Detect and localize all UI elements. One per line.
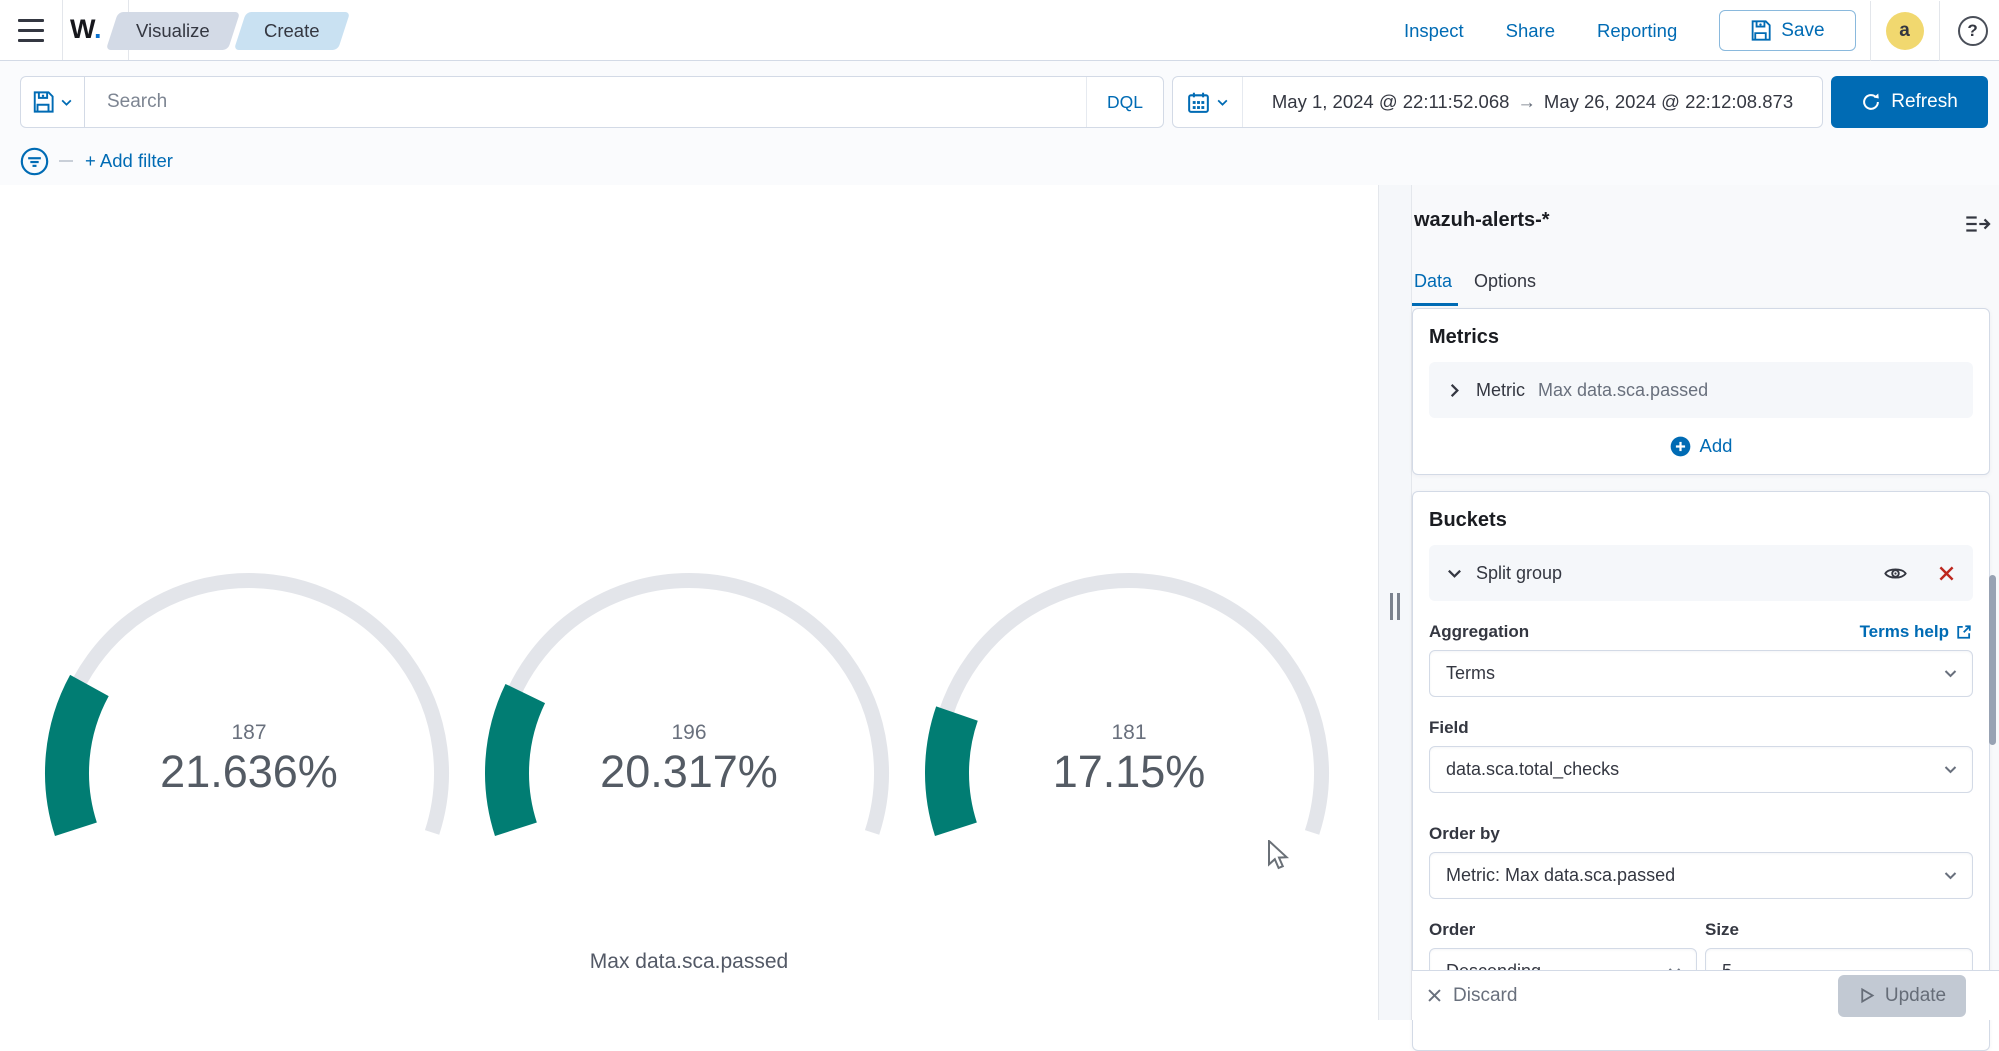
close-icon bbox=[1426, 987, 1443, 1004]
discard-button[interactable]: Discard bbox=[1426, 985, 1517, 1007]
plus-circle-icon bbox=[1670, 436, 1691, 457]
size-label: Size bbox=[1705, 920, 1739, 939]
remove-bucket-icon[interactable] bbox=[1937, 564, 1956, 583]
terms-help-link[interactable]: Terms help bbox=[1860, 622, 1973, 642]
metrics-card: Metrics Metric Max data.sca.passed Add bbox=[1412, 308, 1990, 475]
date-from[interactable]: May 1, 2024 @ 22:11:52.068 bbox=[1272, 91, 1510, 112]
metrics-heading: Metrics bbox=[1429, 326, 1973, 349]
svg-text:196: 196 bbox=[671, 721, 706, 744]
reporting-link[interactable]: Reporting bbox=[1597, 20, 1677, 42]
order-by-label: Order by bbox=[1429, 824, 1500, 844]
external-link-icon bbox=[1955, 623, 1973, 641]
chevron-down-icon bbox=[1943, 762, 1958, 777]
save-icon bbox=[1750, 20, 1771, 41]
chevron-down-icon bbox=[60, 96, 73, 109]
divider bbox=[1870, 1, 1871, 61]
query-language-button[interactable]: DQL bbox=[1086, 77, 1163, 127]
index-pattern-title: wazuh-alerts-* bbox=[1414, 209, 1550, 232]
panel-scrollbar[interactable] bbox=[1989, 575, 1996, 745]
metric-row-value: Max data.sca.passed bbox=[1538, 380, 1708, 401]
metric-row-label: Metric bbox=[1476, 380, 1525, 401]
gauge-chart: 18721.636% bbox=[29, 373, 469, 843]
editor-footer: Discard Update bbox=[1412, 970, 1999, 1020]
update-button[interactable]: Update bbox=[1838, 975, 1966, 1017]
buckets-card: Buckets Split group Aggregation Terms he… bbox=[1412, 491, 1990, 1051]
resize-handle-icon[interactable] bbox=[1390, 593, 1400, 620]
date-to[interactable]: May 26, 2024 @ 22:12:08.873 bbox=[1544, 91, 1793, 112]
filter-icon[interactable] bbox=[20, 147, 49, 176]
aggregation-select[interactable]: Terms bbox=[1429, 650, 1973, 697]
svg-text:187: 187 bbox=[231, 721, 266, 744]
top-header: W. Visualize Create Inspect Share Report… bbox=[0, 0, 1999, 61]
inspect-link[interactable]: Inspect bbox=[1404, 20, 1464, 42]
save-button[interactable]: Save bbox=[1719, 10, 1855, 51]
refresh-icon bbox=[1861, 92, 1881, 112]
add-filter-button[interactable]: + Add filter bbox=[85, 150, 173, 172]
eye-icon[interactable] bbox=[1883, 561, 1908, 586]
collapse-panel-icon[interactable] bbox=[1965, 213, 1991, 235]
date-quick-select-button[interactable] bbox=[1173, 77, 1243, 127]
svg-text:21.636%: 21.636% bbox=[160, 746, 338, 797]
arrow-right-icon: → bbox=[1509, 91, 1544, 112]
visualization-canvas: 18721.636% 19620.317% 18117.15% Max data… bbox=[0, 185, 1378, 1020]
add-metric-button[interactable]: Add bbox=[1429, 435, 1973, 457]
calendar-icon bbox=[1187, 91, 1210, 114]
gauge-chart: 19620.317% bbox=[469, 373, 909, 843]
breadcrumb-visualize[interactable]: Visualize bbox=[106, 12, 240, 50]
field-select[interactable]: data.sca.total_checks bbox=[1429, 746, 1973, 793]
gauge-series-label: Max data.sca.passed bbox=[0, 950, 1378, 974]
chevron-right-icon bbox=[1446, 382, 1463, 399]
panel-resizer[interactable] bbox=[1378, 185, 1412, 1020]
split-group-label: Split group bbox=[1476, 563, 1562, 584]
avatar[interactable]: a bbox=[1886, 12, 1924, 50]
breadcrumb: Visualize Create bbox=[112, 12, 343, 50]
order-label: Order bbox=[1429, 920, 1475, 939]
share-link[interactable]: Share bbox=[1506, 20, 1555, 42]
search-box: DQL bbox=[20, 76, 1164, 128]
field-label: Field bbox=[1429, 718, 1469, 738]
svg-text:20.317%: 20.317% bbox=[600, 746, 778, 797]
metric-row[interactable]: Metric Max data.sca.passed bbox=[1429, 362, 1973, 418]
play-icon bbox=[1858, 987, 1875, 1004]
chevron-down-icon bbox=[1216, 96, 1229, 109]
date-picker: May 1, 2024 @ 22:11:52.068→May 26, 2024 … bbox=[1172, 76, 1823, 128]
save-query-icon bbox=[32, 91, 54, 113]
svg-text:181: 181 bbox=[1111, 721, 1146, 744]
breadcrumb-create[interactable]: Create bbox=[234, 12, 350, 50]
chevron-down-icon bbox=[1446, 565, 1463, 582]
saved-query-menu-button[interactable] bbox=[21, 77, 85, 127]
divider bbox=[1939, 1, 1940, 61]
menu-icon[interactable] bbox=[18, 19, 44, 42]
aggregation-label: Aggregation bbox=[1429, 622, 1529, 642]
chevron-down-icon bbox=[1943, 666, 1958, 681]
wazuh-logo[interactable]: W. bbox=[70, 14, 102, 45]
query-bar: DQL May 1, 2024 @ 22:11:52.068→May 26, 2… bbox=[0, 61, 1999, 185]
tab-options[interactable]: Options bbox=[1474, 271, 1536, 292]
refresh-button[interactable]: Refresh bbox=[1831, 76, 1988, 128]
split-group-row[interactable]: Split group bbox=[1429, 545, 1973, 601]
divider bbox=[59, 160, 73, 162]
help-icon[interactable]: ? bbox=[1958, 16, 1988, 46]
chevron-down-icon bbox=[1943, 868, 1958, 883]
svg-text:17.15%: 17.15% bbox=[1053, 746, 1206, 797]
tab-data[interactable]: Data bbox=[1414, 271, 1452, 292]
search-input[interactable] bbox=[85, 91, 1086, 113]
visualization-editor-panel: wazuh-alerts-* Data Options Metrics Metr… bbox=[1412, 185, 1999, 1020]
order-by-select[interactable]: Metric: Max data.sca.passed bbox=[1429, 852, 1973, 899]
date-range[interactable]: May 1, 2024 @ 22:11:52.068→May 26, 2024 … bbox=[1243, 91, 1822, 113]
gauge-chart: 18117.15% bbox=[909, 373, 1349, 843]
buckets-heading: Buckets bbox=[1429, 509, 1973, 532]
divider bbox=[62, 0, 63, 60]
